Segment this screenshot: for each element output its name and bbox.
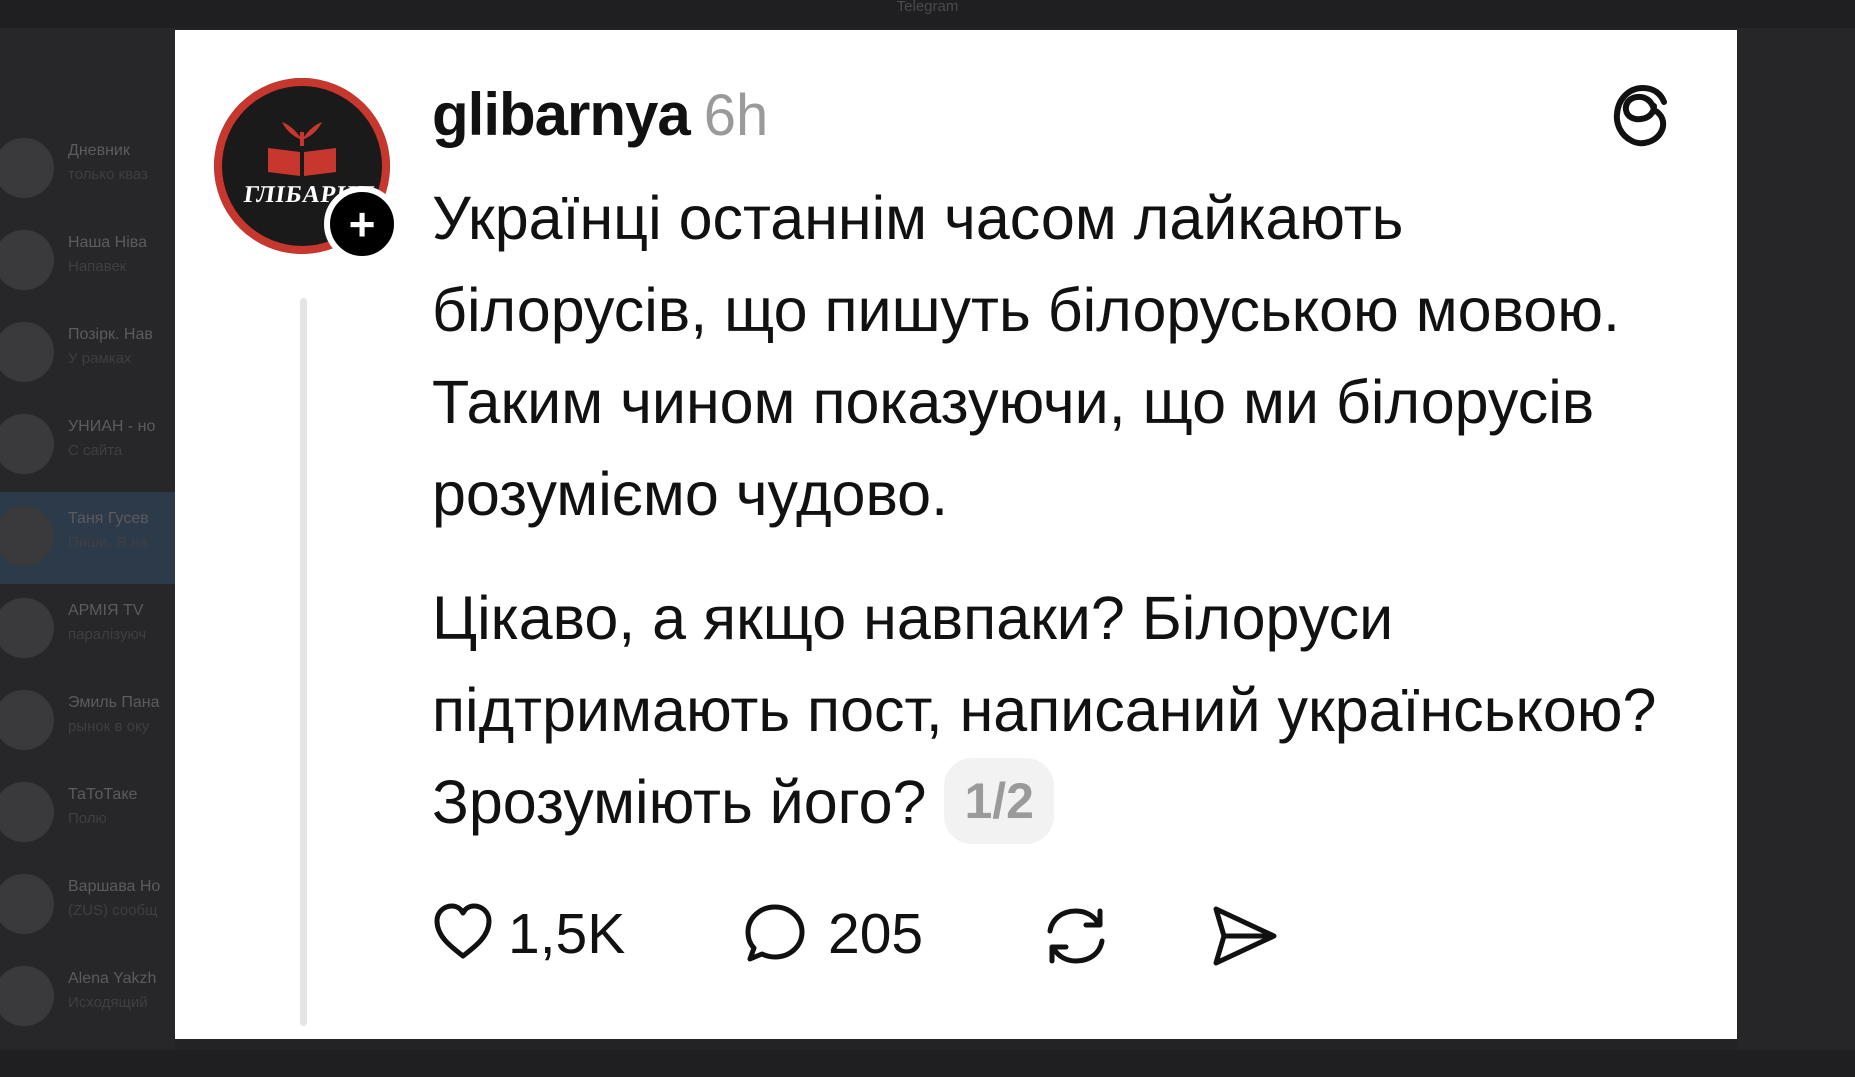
post-time: 6h <box>703 83 769 148</box>
bottom-toolbar <box>0 1050 1855 1077</box>
chat-list-item[interactable]: Позірк. Нав У рамках <box>0 308 175 400</box>
chat-avatar <box>0 598 54 658</box>
comment-count: 205 <box>828 902 924 966</box>
chat-title: ТаТоТаке <box>68 786 138 803</box>
post-header: glibarnya 6h <box>432 80 768 150</box>
thread-line <box>300 298 307 1026</box>
repost-button[interactable] <box>1040 895 1120 975</box>
post-text: Українці останнім часом лайкають білорус… <box>432 172 1682 850</box>
chat-list-item[interactable]: АРМІЯ TV паралізуюч <box>0 584 175 676</box>
share-icon <box>1213 906 1277 966</box>
chat-title: Варшава Но <box>68 878 161 895</box>
chat-list-item[interactable]: УНИАН - но С сайта <box>0 400 175 492</box>
plus-icon: + <box>348 198 376 250</box>
like-count: 1,5K <box>508 902 626 966</box>
chat-list-item[interactable]: Дневник только кваз <box>0 124 175 216</box>
repost-icon <box>1047 908 1105 964</box>
chat-list-item[interactable]: Варшава Но (ZUS) сообщ <box>0 860 175 952</box>
chat-preview: рынок в оку <box>68 718 150 735</box>
threads-logo-icon[interactable] <box>1610 80 1672 150</box>
chat-avatar <box>0 138 54 198</box>
comment-icon <box>745 904 805 962</box>
chat-title: Таня Гусев <box>68 510 149 527</box>
page-indicator-badge: 1/2 <box>944 757 1054 844</box>
chat-preview: Напавек <box>68 258 127 275</box>
chat-list-item[interactable]: Эмиль Пана рынок в оку <box>0 676 175 768</box>
chat-preview: (ZUS) сообщ <box>68 902 158 919</box>
chat-avatar <box>0 322 54 382</box>
chat-avatar <box>0 966 54 1026</box>
comment-button[interactable]: 205 <box>742 895 962 975</box>
username-link[interactable]: glibarnya <box>432 81 691 148</box>
follow-button[interactable]: + <box>324 186 400 262</box>
chat-title: Эмиль Пана <box>68 694 160 711</box>
chat-avatar <box>0 874 54 934</box>
chat-title: Alena Yakzh <box>68 970 157 987</box>
chat-list-sidebar: Дневник только кваз Наша Ніва Напавек По… <box>0 28 175 1077</box>
chat-title: Позірк. Нав <box>68 326 153 343</box>
chat-preview: С сайта <box>68 442 123 459</box>
chat-title: Дневник <box>68 142 130 159</box>
chat-avatar <box>0 782 54 842</box>
like-button[interactable]: 1,5K <box>432 895 632 975</box>
chat-content-panel <box>1737 28 1855 1077</box>
post-paragraph-with-indicator: Цікаво, а якщо навпаки? Білоруси підтрим… <box>432 572 1682 850</box>
chat-list-item[interactable]: Alena Yakzh Исходящий <box>0 952 175 1044</box>
window-title: Telegram <box>0 0 1855 28</box>
chat-preview: У рамках <box>68 350 132 367</box>
chat-preview: только кваз <box>68 166 148 183</box>
heart-icon <box>434 903 492 959</box>
chat-title: Наша Ніва <box>68 234 147 251</box>
chat-list-item[interactable]: Наша Ніва Напавек <box>0 216 175 308</box>
chat-title: УНИАН - но <box>68 418 156 435</box>
chat-avatar <box>0 690 54 750</box>
chat-title: АРМІЯ TV <box>68 602 144 619</box>
chat-avatar <box>0 230 54 290</box>
chat-avatar <box>0 414 54 474</box>
chat-preview: Исходящий <box>68 994 148 1011</box>
chat-avatar <box>0 506 54 566</box>
chat-list-item[interactable]: Таня Гусев Пиши. Я на <box>0 492 175 584</box>
book-logo-icon <box>268 122 336 176</box>
chat-preview: Полю <box>68 810 107 827</box>
share-button[interactable] <box>1208 895 1288 975</box>
chat-list-item[interactable]: ТаТоТаке Полю <box>0 768 175 860</box>
chat-preview: паралізуюч <box>68 626 147 643</box>
chat-preview: Пиши. Я на <box>68 534 148 551</box>
post-paragraph: Українці останнім часом лайкають білорус… <box>432 184 1620 528</box>
